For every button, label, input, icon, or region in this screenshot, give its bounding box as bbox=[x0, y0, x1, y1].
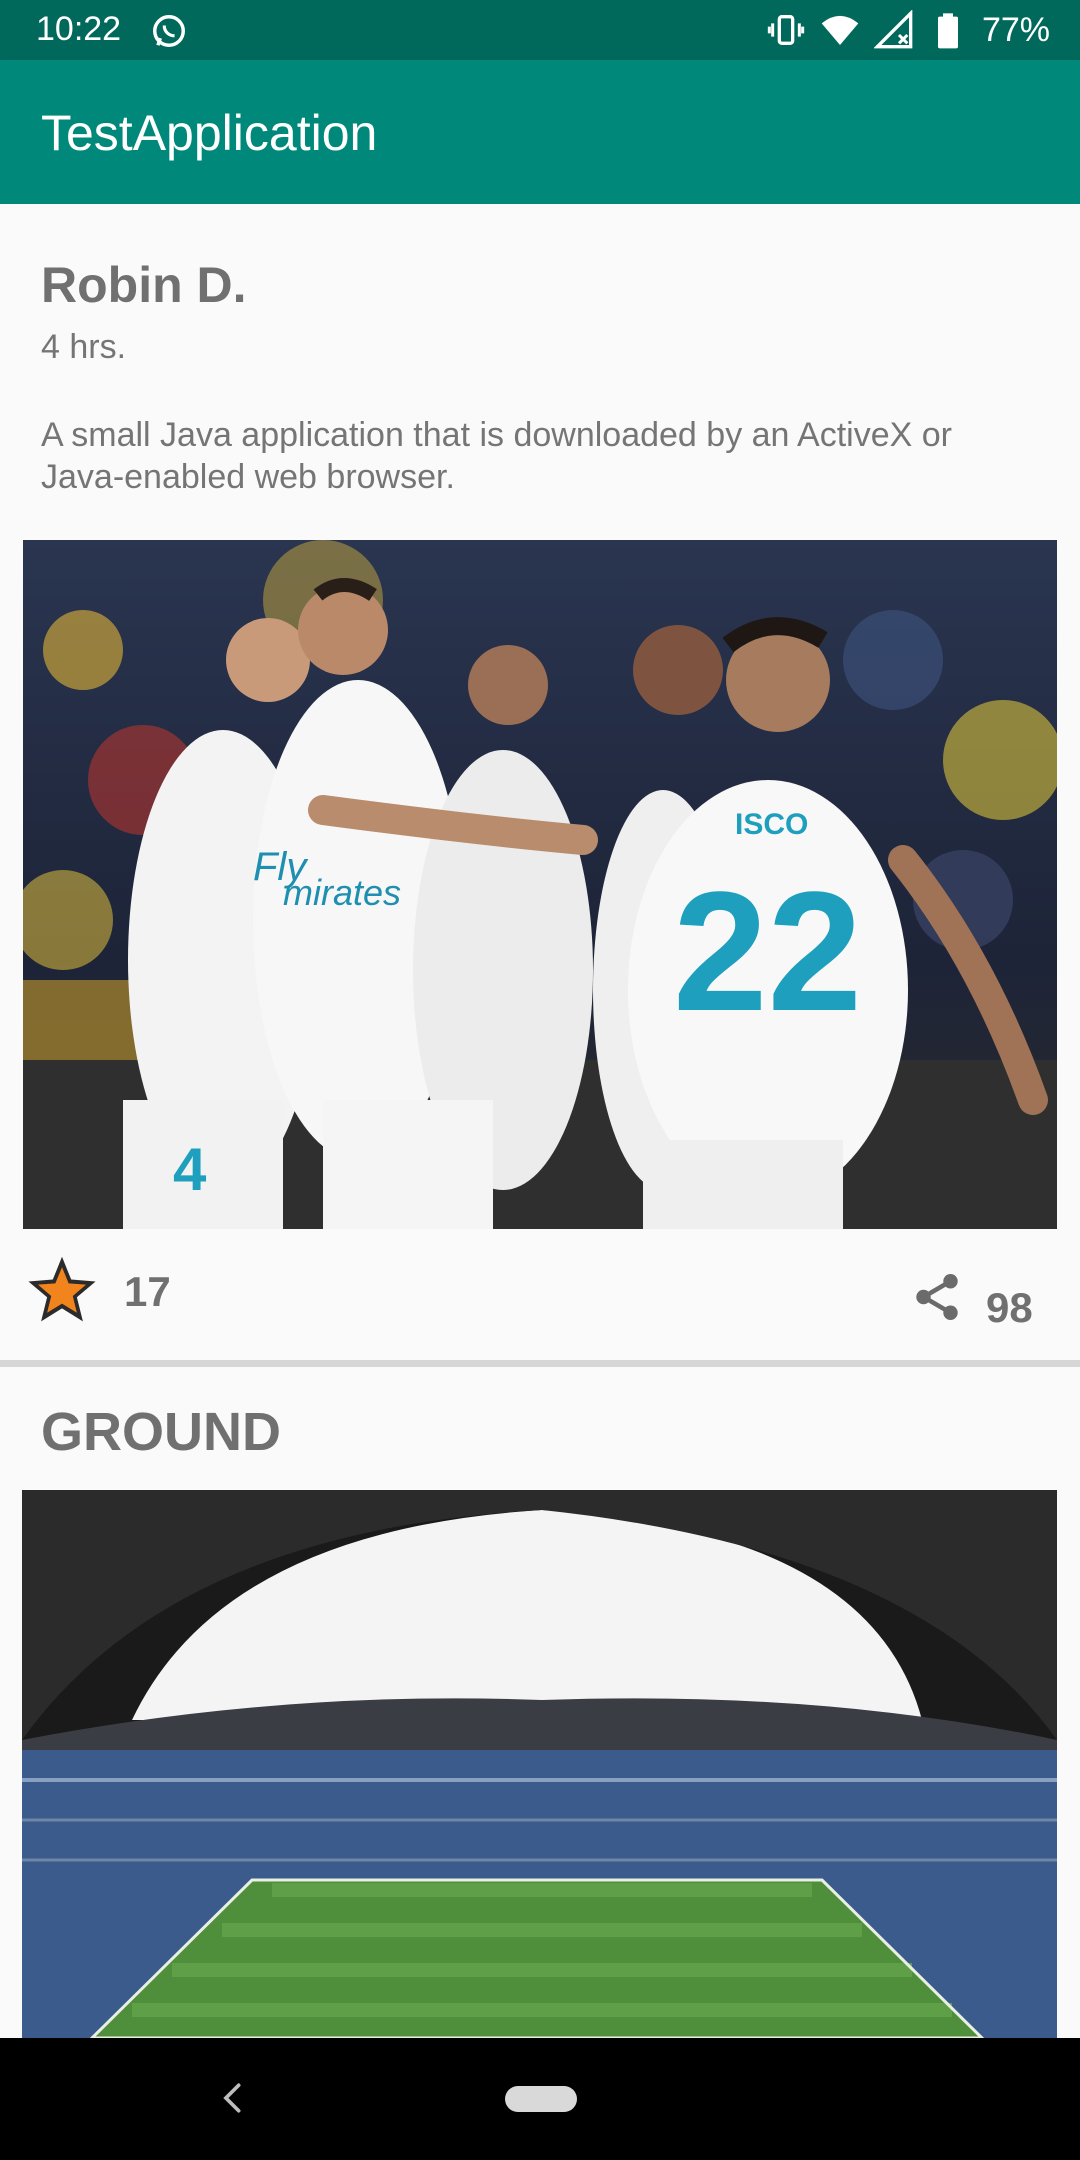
svg-text:mirates: mirates bbox=[283, 872, 401, 913]
post-card-ground: GROUND bbox=[0, 1367, 1080, 2038]
svg-text:22: 22 bbox=[673, 857, 862, 1047]
post-image[interactable]: Fly mirates ISCO 22 4 bbox=[23, 540, 1057, 1229]
svg-text:4: 4 bbox=[173, 1136, 207, 1203]
share-count: 98 bbox=[986, 1284, 1033, 1331]
battery-icon bbox=[937, 13, 958, 49]
post-author: Robin D. bbox=[41, 257, 247, 313]
battery-percentage: 77% bbox=[981, 10, 1050, 49]
stadium-photo bbox=[22, 1490, 1057, 2038]
star-icon[interactable] bbox=[24, 1252, 100, 1328]
wifi-icon bbox=[821, 15, 859, 45]
app-title: TestApplication bbox=[41, 105, 378, 161]
navigation-bar bbox=[0, 2038, 1080, 2160]
home-pill-icon[interactable] bbox=[505, 2086, 577, 2112]
ground-image[interactable] bbox=[22, 1490, 1057, 2038]
post-card: Robin D. 4 hrs. A small Java application… bbox=[0, 204, 1080, 1360]
post-actions: 17 98 bbox=[0, 1248, 1080, 1348]
post-title: GROUND bbox=[41, 1402, 281, 1462]
signal-icon bbox=[873, 10, 913, 49]
status-bar: 10:22 77% bbox=[0, 0, 1080, 60]
like-count: 17 bbox=[124, 1268, 171, 1315]
back-icon[interactable] bbox=[216, 2078, 250, 2118]
status-icons: 77% bbox=[766, 10, 1050, 50]
post-description: A small Java application that is downloa… bbox=[41, 416, 952, 496]
share-icon[interactable] bbox=[910, 1270, 964, 1324]
post-divider bbox=[0, 1360, 1080, 1367]
app-bar: TestApplication bbox=[0, 60, 1080, 204]
post-time: 4 hrs. bbox=[41, 328, 127, 366]
svg-text:ISCO: ISCO bbox=[735, 808, 808, 841]
whatsapp-icon bbox=[153, 15, 185, 47]
status-time: 10:22 bbox=[36, 10, 122, 48]
vibrate-icon bbox=[767, 15, 805, 45]
football-players-photo: Fly mirates ISCO 22 4 bbox=[23, 540, 1057, 1229]
